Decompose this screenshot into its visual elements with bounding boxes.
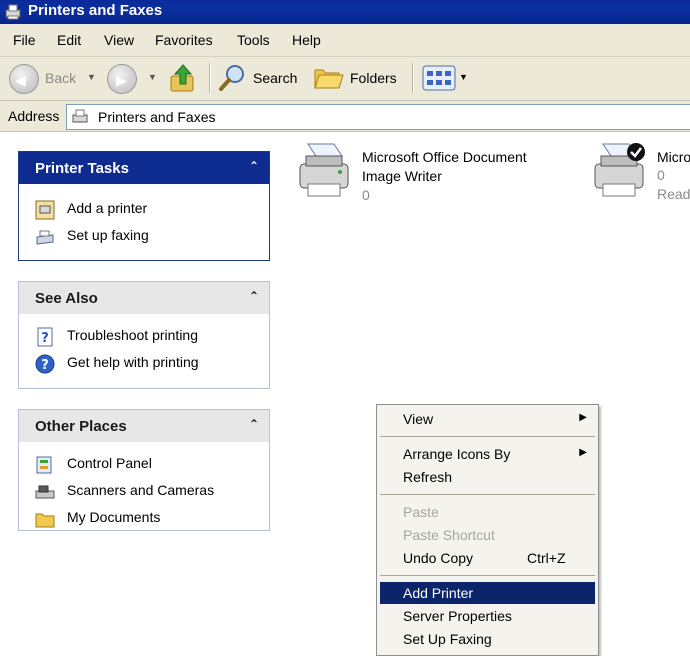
menu-edit[interactable]: Edit [57,32,81,48]
menu-item-arrange-icons-by[interactable]: Arrange Icons By ▶ [380,443,595,465]
menu-item-refresh[interactable]: Refresh [380,466,595,488]
help-page-icon: ? [37,327,53,347]
address-input[interactable]: Printers and Faxes [66,104,690,130]
other-places-header[interactable]: Other Places ⌃ [19,410,269,442]
printers-folder-icon [5,4,21,20]
menu-separator [380,494,595,495]
see-also-panel: See Also ⌃ ? Troubleshoot printing ? Get… [18,281,270,389]
collapse-chevron-icon[interactable]: ⌃ [249,289,259,303]
shortcut-label: Ctrl+Z [527,550,566,566]
printer-item[interactable]: Microsoft Office Document Image Writer 0 [296,140,576,220]
menu-view[interactable]: View [104,32,134,48]
control-panel-icon [36,456,52,474]
back-label[interactable]: Back [45,70,76,86]
collapse-chevron-icon[interactable]: ⌃ [249,417,259,431]
printer-small-icon [72,109,88,123]
svg-text:?: ? [41,358,49,373]
window-title: Printers and Faxes [28,2,163,19]
folder-icon [35,513,55,528]
title-bar: Printers and Faxes [0,0,690,24]
default-printer-item[interactable]: Micro 0 Read [591,140,690,220]
menu-help[interactable]: Help [292,32,321,48]
search-button[interactable]: Search [253,70,297,86]
menu-item-server-properties[interactable]: Server Properties [380,605,595,627]
menu-item-add-printer[interactable]: Add Printer [380,582,595,604]
menu-item-paste: Paste [403,504,439,520]
forward-button[interactable]: ▶ [107,64,137,94]
forward-dropdown-icon[interactable]: ▼ [148,72,157,82]
content-area[interactable]: Printer Tasks ⌃ Add a printer Set up fax… [0,132,690,656]
menu-item-set-up-faxing[interactable]: Set Up Faxing [380,628,595,650]
scanner-icon [35,485,55,499]
address-bar: Address Printers and Faxes [0,101,690,132]
search-icon[interactable] [218,63,248,93]
up-folder-icon[interactable] [169,62,197,94]
menu-item-undo-copy[interactable]: Undo Copy Ctrl+Z [380,547,595,569]
fax-icon [36,230,54,245]
printer-status: Read [657,186,690,202]
address-label: Address [8,108,60,124]
menu-item-paste-shortcut: Paste Shortcut [403,527,495,543]
svg-text:?: ? [41,331,49,346]
context-menu: View ▶ Arrange Icons By ▶ Refresh Paste … [376,404,599,656]
toolbar-separator [209,63,211,93]
forward-arrow-icon: ▶ [116,72,127,88]
back-dropdown-icon[interactable]: ▼ [87,72,96,82]
menu-separator [380,436,595,437]
default-check-icon [627,143,645,161]
submenu-arrow-icon: ▶ [579,447,587,458]
panel-title: See Also [35,290,98,307]
see-also-header[interactable]: See Also ⌃ [19,282,269,314]
printer-name: Microsoft Office Document Image Writer [362,149,527,184]
views-dropdown-icon[interactable]: ▼ [459,72,468,82]
printer-tasks-header[interactable]: Printer Tasks ⌃ [19,152,269,184]
collapse-chevron-icon[interactable]: ⌃ [249,159,259,173]
menu-item-view[interactable]: View ▶ [380,408,595,430]
panel-title: Printer Tasks [35,160,129,177]
help-circle-icon: ? [35,354,55,374]
folders-button[interactable]: Folders [350,70,397,86]
other-places-panel: Other Places ⌃ Control Panel Scanners an… [18,409,270,531]
add-printer-icon [35,200,55,220]
views-icon[interactable] [422,65,456,91]
back-button[interactable]: ◀ [9,64,39,94]
printer-job-count: 0 [362,187,370,203]
printer-job-count: 0 [657,167,665,183]
submenu-arrow-icon: ▶ [579,412,587,423]
toolbar-separator [412,63,414,93]
address-value: Printers and Faxes [98,109,216,125]
toolbar: ◀ Back ▼ ▶ ▼ Search Folders ▼ [0,57,690,101]
menu-tools[interactable]: Tools [237,32,270,48]
menu-file[interactable]: File [13,32,36,48]
printer-name: Micro [657,149,690,165]
panel-title: Other Places [35,418,127,435]
menu-bar: File Edit View Favorites Tools Help [0,24,690,57]
menu-favorites[interactable]: Favorites [155,32,213,48]
printer-tasks-panel: Printer Tasks ⌃ Add a printer Set up fax… [18,151,270,261]
menu-separator [380,575,595,576]
printer-icon [299,143,349,197]
folders-icon[interactable] [313,64,345,92]
back-arrow-icon: ◀ [15,72,26,88]
